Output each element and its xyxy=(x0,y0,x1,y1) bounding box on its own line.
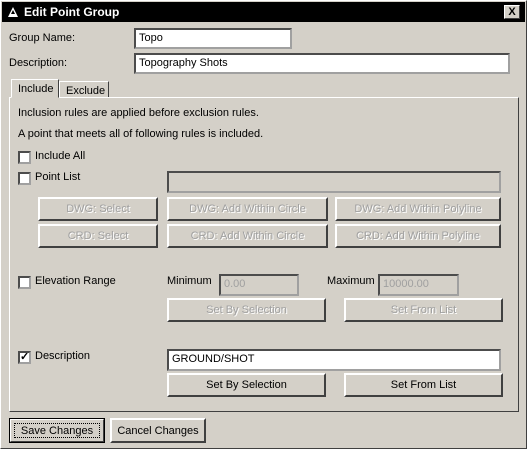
edit-point-group-dialog: Edit Point Group X Group Name: Topo Desc… xyxy=(0,0,527,449)
close-button[interactable]: X xyxy=(504,5,520,19)
tab-exclude[interactable]: Exclude xyxy=(59,81,109,98)
crd-add-within-circle-button[interactable]: CRD: Add Within Circle xyxy=(167,224,328,248)
point-list-input[interactable] xyxy=(167,171,501,193)
group-name-label: Group Name: xyxy=(9,32,76,44)
maximum-input[interactable]: 10000.00 xyxy=(378,274,459,296)
tab-include[interactable]: Include xyxy=(11,79,59,98)
description-rule-input[interactable]: GROUND/SHOT xyxy=(167,349,501,371)
tab-include-label: Include xyxy=(18,83,54,95)
elevation-set-by-selection-button[interactable]: Set By Selection xyxy=(167,298,326,322)
minimum-input[interactable]: 0.00 xyxy=(219,274,299,296)
description-label: Description: xyxy=(9,57,68,69)
elevation-range-label: Elevation Range xyxy=(35,275,116,287)
checkmark-icon: ✓ xyxy=(20,351,30,363)
app-icon xyxy=(8,7,18,17)
cancel-changes-button[interactable]: Cancel Changes xyxy=(110,418,206,443)
description-rule-checkbox[interactable]: ✓ xyxy=(18,351,31,364)
include-all-label: Include All xyxy=(35,150,86,162)
title-bar[interactable]: Edit Point Group X xyxy=(2,2,525,22)
save-changes-button[interactable]: Save Changes xyxy=(9,418,105,443)
point-list-label: Point List xyxy=(35,171,81,183)
crd-select-button[interactable]: CRD: Select xyxy=(38,224,158,248)
info-text-2: A point that meets all of following rule… xyxy=(18,128,264,140)
minimum-label: Minimum xyxy=(167,275,212,287)
dwg-add-within-polyline-button[interactable]: DWG: Add Within Polyline xyxy=(335,197,501,221)
close-icon: X xyxy=(508,5,516,18)
window-title: Edit Point Group xyxy=(24,5,120,19)
description-set-by-selection-button[interactable]: Set By Selection xyxy=(167,373,326,397)
tab-exclude-label: Exclude xyxy=(66,85,106,97)
group-name-input[interactable]: Topo xyxy=(134,28,292,49)
description-set-from-list-button[interactable]: Set From List xyxy=(344,373,503,397)
dwg-select-button[interactable]: DWG: Select xyxy=(38,197,158,221)
elevation-range-checkbox[interactable] xyxy=(18,276,31,289)
point-list-checkbox[interactable] xyxy=(18,172,31,185)
crd-add-within-polyline-button[interactable]: CRD: Add Within Polyline xyxy=(335,224,501,248)
description-rule-label: Description xyxy=(35,350,91,362)
dwg-add-within-circle-button[interactable]: DWG: Add Within Circle xyxy=(167,197,328,221)
maximum-label: Maximum xyxy=(327,275,375,287)
elevation-set-from-list-button[interactable]: Set From List xyxy=(344,298,503,322)
include-all-checkbox[interactable] xyxy=(18,151,31,164)
description-input[interactable]: Topography Shots xyxy=(134,53,510,74)
info-text-1: Inclusion rules are applied before exclu… xyxy=(18,107,259,119)
